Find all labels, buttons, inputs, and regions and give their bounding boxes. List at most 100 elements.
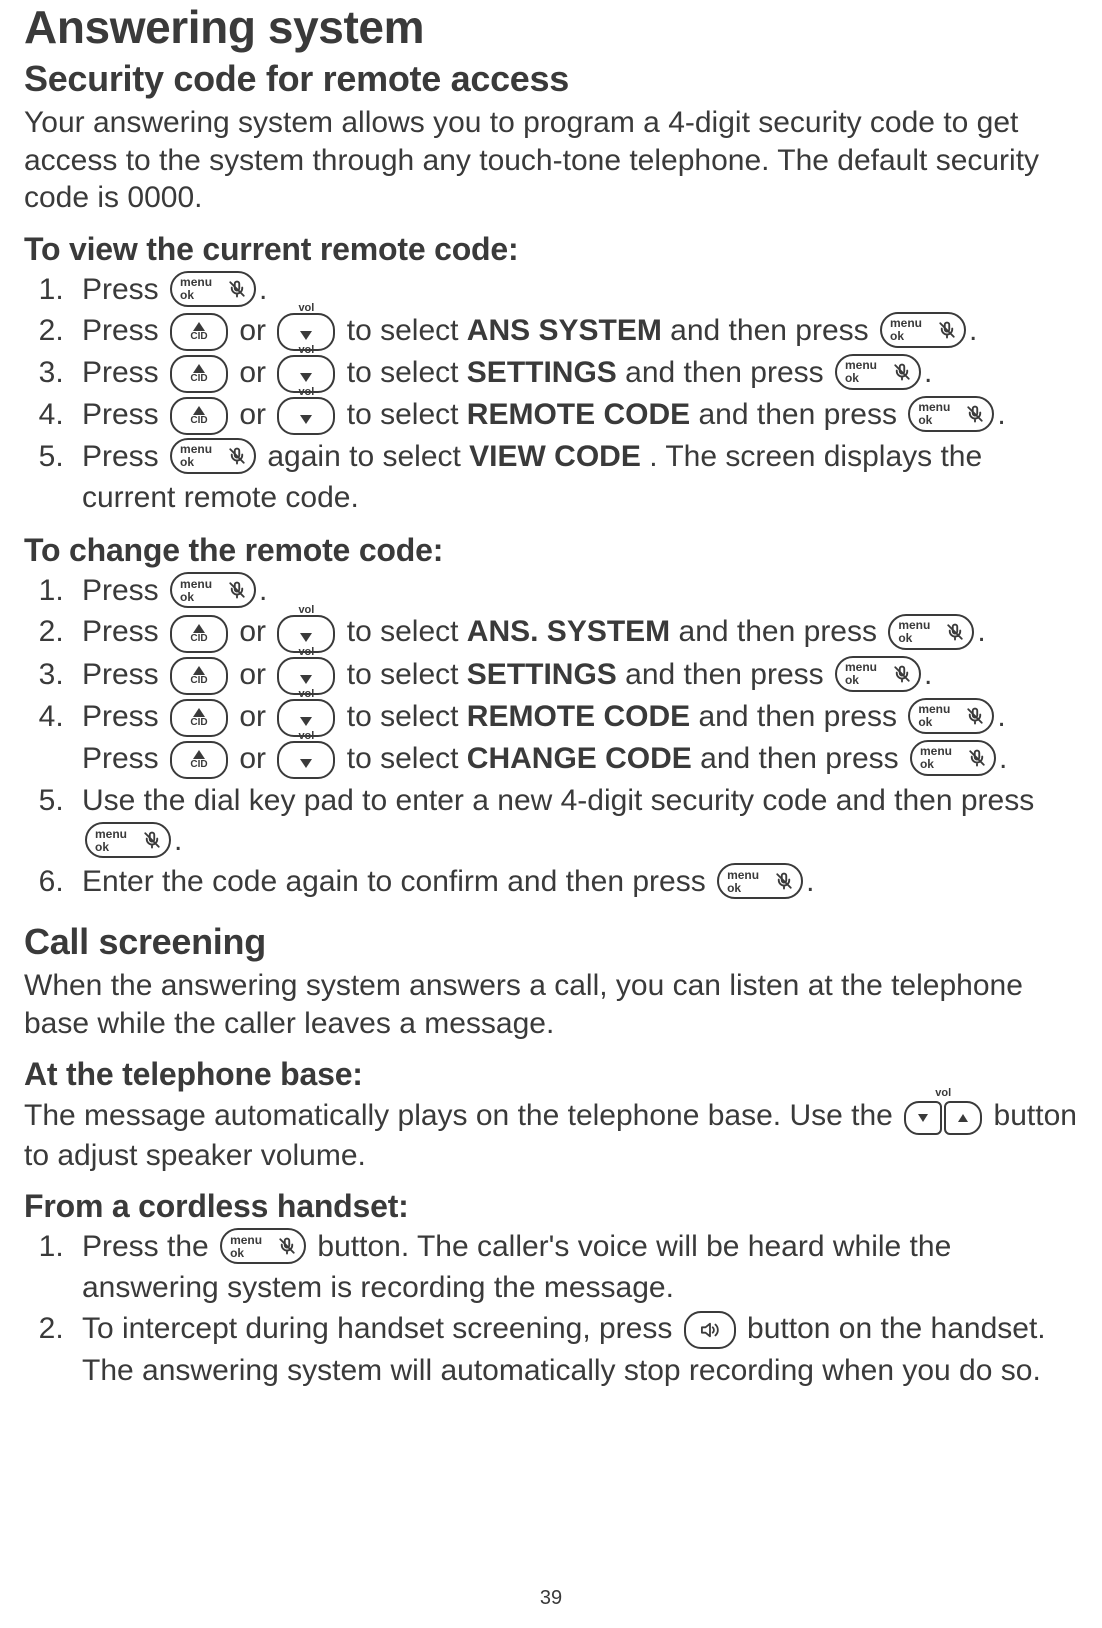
triangle-up-icon bbox=[193, 406, 205, 415]
triangle-down-icon bbox=[300, 675, 312, 684]
section-security-heading: Security code for remote access bbox=[24, 58, 1078, 100]
mic-off-icon bbox=[228, 581, 246, 599]
key-label: vol bbox=[298, 301, 314, 316]
step-text: . bbox=[924, 356, 932, 389]
step-text: or bbox=[239, 700, 274, 733]
step-text: . bbox=[259, 574, 267, 607]
key-label: menu bbox=[180, 443, 212, 455]
triangle-down-icon bbox=[300, 331, 312, 340]
key-label: vol bbox=[298, 687, 314, 702]
triangle-down-icon bbox=[300, 759, 312, 768]
bold-term: SETTINGS bbox=[467, 658, 617, 691]
step-text: and then press bbox=[699, 398, 906, 431]
step-text: to select bbox=[347, 658, 467, 691]
key-label: CID bbox=[190, 760, 207, 770]
triangle-up-icon bbox=[193, 708, 205, 717]
triangle-up-icon bbox=[193, 750, 205, 759]
cid-up-key: CID bbox=[170, 397, 228, 435]
from-handset-heading: From a cordless handset: bbox=[24, 1188, 1078, 1225]
step-text: The message automatically plays on the t… bbox=[24, 1099, 901, 1132]
key-label: vol bbox=[935, 1087, 951, 1101]
step-text: and then press bbox=[670, 314, 877, 347]
step-text: Press bbox=[82, 615, 167, 648]
step-text: and then press bbox=[679, 615, 886, 648]
mic-off-icon bbox=[228, 280, 246, 298]
key-label: CID bbox=[190, 718, 207, 728]
speaker-icon bbox=[699, 1321, 721, 1339]
step-text: and then press bbox=[699, 700, 906, 733]
handset-steps: Press the menuok button. The caller's vo… bbox=[24, 1227, 1078, 1391]
menu-ok-key: menuok bbox=[908, 396, 994, 432]
key-label: ok bbox=[845, 372, 877, 384]
step-text: . bbox=[924, 658, 932, 691]
step-text: or bbox=[239, 314, 274, 347]
volume-up-icon bbox=[944, 1101, 982, 1135]
key-label: menu bbox=[180, 276, 212, 288]
step-text: Press bbox=[82, 574, 167, 607]
step-text: to select bbox=[347, 615, 467, 648]
triangle-down-icon bbox=[300, 373, 312, 382]
step-text: again to select bbox=[267, 440, 469, 473]
step-text: or bbox=[239, 398, 274, 431]
key-label: CID bbox=[190, 676, 207, 686]
menu-ok-key: menuok bbox=[835, 354, 921, 390]
step-text: . bbox=[999, 742, 1007, 775]
menu-ok-key: menuok bbox=[220, 1228, 306, 1264]
key-label: ok bbox=[918, 414, 950, 426]
key-label: menu bbox=[845, 661, 877, 673]
key-label: CID bbox=[190, 374, 207, 384]
key-label: vol bbox=[298, 729, 314, 744]
bold-term: ANS SYSTEM bbox=[467, 314, 662, 347]
triangle-down-icon bbox=[300, 415, 312, 424]
step-text: and then press bbox=[625, 356, 832, 389]
mic-off-icon bbox=[143, 831, 161, 849]
page-number: 39 bbox=[540, 1587, 562, 1610]
key-label: menu bbox=[180, 578, 212, 590]
mic-off-icon bbox=[966, 405, 984, 423]
page-title: Answering system bbox=[24, 0, 1078, 54]
key-label: ok bbox=[890, 330, 922, 342]
key-label: ok bbox=[230, 1247, 262, 1259]
change-code-heading: To change the remote code: bbox=[24, 532, 1078, 569]
step-text: or bbox=[239, 658, 274, 691]
step-text: . bbox=[977, 615, 985, 648]
step-text: . bbox=[969, 314, 977, 347]
key-label: ok bbox=[845, 674, 877, 686]
list-item: Press CID or vol to select REMOTE CODE a… bbox=[72, 395, 1078, 437]
mic-off-icon bbox=[893, 363, 911, 381]
vol-down-key: vol bbox=[277, 397, 335, 435]
key-label: menu bbox=[727, 869, 759, 881]
vol-down-key: vol bbox=[277, 741, 335, 779]
cid-up-key: CID bbox=[170, 657, 228, 695]
list-item: Press CID or vol to select SETTINGS and … bbox=[72, 353, 1078, 395]
key-label: vol bbox=[298, 645, 314, 660]
step-text: to select bbox=[347, 700, 467, 733]
step-text: Press bbox=[82, 273, 167, 306]
menu-ok-key: menuok bbox=[910, 740, 996, 776]
key-label: menu bbox=[918, 401, 950, 413]
mic-off-icon bbox=[228, 447, 246, 465]
list-item: Press menuok . bbox=[72, 270, 1078, 311]
list-item: Press CID or vol to select ANS. SYSTEM a… bbox=[72, 612, 1078, 654]
step-text: or bbox=[239, 742, 274, 775]
cid-up-key: CID bbox=[170, 615, 228, 653]
menu-ok-key: menuok bbox=[888, 614, 974, 650]
step-text: Press bbox=[82, 398, 167, 431]
mic-off-icon bbox=[966, 707, 984, 725]
cid-up-key: CID bbox=[170, 355, 228, 393]
key-label: CID bbox=[190, 332, 207, 342]
key-label: menu bbox=[845, 359, 877, 371]
bold-term: CHANGE CODE bbox=[467, 742, 692, 775]
triangle-down-icon bbox=[300, 633, 312, 642]
step-text: to select bbox=[347, 398, 467, 431]
step-text: Press bbox=[82, 658, 167, 691]
step-text: to select bbox=[347, 742, 467, 775]
menu-ok-key: menuok bbox=[170, 572, 256, 608]
step-text: to select bbox=[347, 356, 467, 389]
mic-off-icon bbox=[893, 665, 911, 683]
triangle-up-icon bbox=[193, 322, 205, 331]
menu-ok-key: menuok bbox=[880, 312, 966, 348]
key-label: ok bbox=[180, 289, 212, 301]
step-text: Press bbox=[82, 356, 167, 389]
key-label: menu bbox=[920, 745, 952, 757]
